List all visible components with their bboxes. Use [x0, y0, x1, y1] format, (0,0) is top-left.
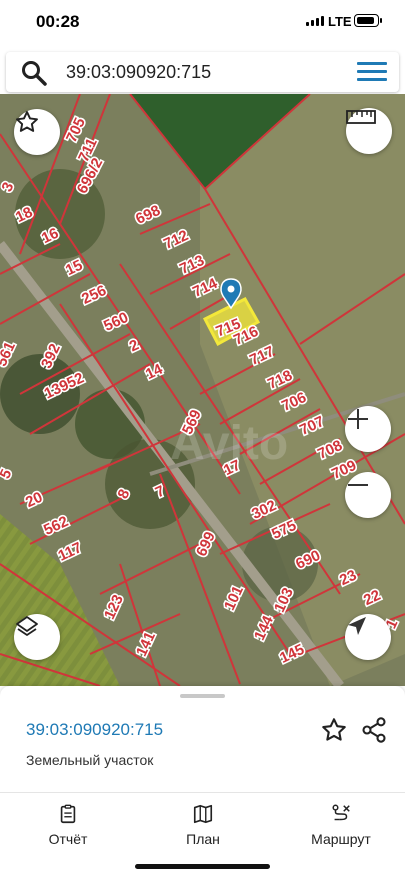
layers-icon [16, 616, 38, 636]
star-icon [16, 111, 38, 132]
sheet-drag-handle[interactable] [180, 694, 225, 698]
nav-route-label: Маршрут [311, 831, 371, 847]
minus-icon [348, 484, 368, 486]
my-location-button[interactable] [345, 614, 391, 660]
nav-report-label: Отчёт [48, 831, 88, 847]
nav-plan[interactable]: План [165, 793, 241, 853]
home-indicator [135, 864, 270, 869]
navigation-arrow-icon [348, 617, 366, 635]
plus-icon [348, 409, 368, 429]
favorites-star-button[interactable] [14, 109, 60, 155]
parcel-info-sheet[interactable]: 39:03:090920:715 Земельный участок [0, 686, 405, 792]
star-icon[interactable] [320, 716, 348, 744]
parcel-type: Земельный участок [26, 752, 154, 768]
status-time: 00:28 [36, 12, 80, 31]
map-view[interactable]: 715 Avito 705 711 3 18 696/2 16 698 712 713 714 15… [0, 94, 405, 686]
nav-report[interactable]: Отчёт [30, 793, 106, 853]
search-bar[interactable]: 39:03:090920:715 [6, 52, 399, 92]
signal-icon [306, 16, 324, 26]
status-bar: 00:28 LTE [0, 0, 405, 46]
network-label: LTE [328, 14, 352, 29]
cadastral-map[interactable]: 715 Avito 705711318696/21669871271371415… [0, 94, 405, 686]
search-input[interactable]: 39:03:090920:715 [66, 62, 211, 83]
share-icon[interactable] [360, 716, 388, 744]
battery-icon [354, 14, 382, 27]
nav-route[interactable]: Маршрут [296, 793, 386, 853]
search-icon[interactable] [20, 59, 48, 87]
parcel-cadastral-number: 39:03:090920:715 [26, 720, 164, 739]
ruler-button[interactable] [346, 108, 392, 154]
layers-button[interactable] [14, 614, 60, 660]
zoom-in-button[interactable] [345, 406, 391, 452]
route-icon [332, 804, 350, 821]
nav-plan-label: План [186, 831, 220, 847]
report-icon [60, 804, 76, 824]
zoom-out-button[interactable] [345, 472, 391, 518]
map-icon [193, 804, 213, 824]
menu-icon[interactable] [357, 62, 387, 82]
ruler-icon [346, 110, 376, 124]
